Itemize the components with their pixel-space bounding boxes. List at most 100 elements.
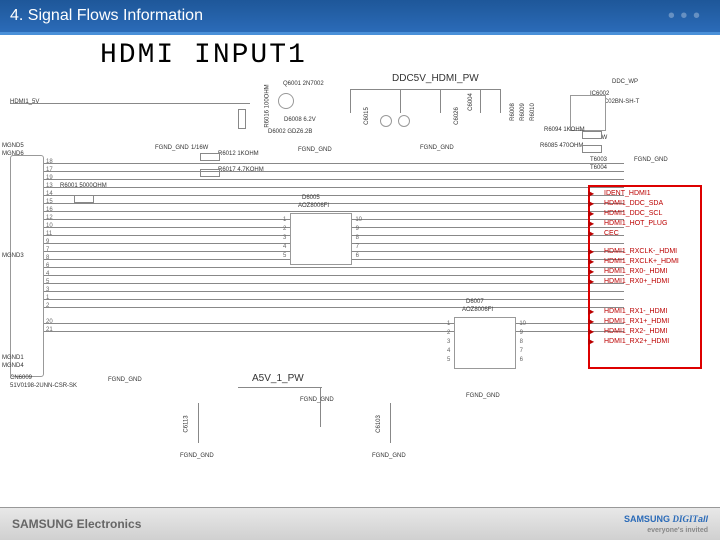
d6005-ref: D6005	[302, 195, 320, 201]
r6012-label: R6012 1KOHM	[218, 151, 259, 157]
r6008-label: R6008	[510, 103, 516, 121]
wire	[44, 331, 624, 332]
d6005-box: 12345 109876	[290, 213, 352, 265]
wire	[44, 283, 624, 284]
mgnd5: MGND5	[2, 143, 24, 149]
d6007-ref: D6007	[466, 299, 484, 305]
wire	[44, 179, 624, 180]
signal-label: ▶HDMI1_RX2-_HDMI	[590, 327, 667, 337]
rail-ddc5v: DDC5V_HDMI_PW	[392, 73, 479, 84]
signal-label: ▶HDMI1_HOT_PLUG	[590, 219, 667, 229]
fgnd-2: FGND_GND	[298, 147, 332, 153]
pin-number: 2	[46, 303, 49, 309]
signal-label: ▶HDMI1_RX1-_HDMI	[590, 307, 667, 317]
wire	[44, 211, 624, 212]
footer-brand: SAMSUNG DIGITall everyone's invited	[624, 514, 708, 534]
q6001-label: Q6001 2N7002	[283, 81, 324, 87]
wire	[44, 203, 624, 204]
pin-number: 12	[46, 215, 53, 221]
pin-number: 10	[46, 223, 53, 229]
signal-label: ▶HDMI1_DDC_SDA	[590, 199, 663, 209]
header-title: 4. Signal Flows Information	[10, 7, 203, 24]
signal-label: ▶HDMI1_RXCLK+_HDMI	[590, 257, 679, 267]
resistor	[200, 153, 220, 161]
brand-main: SAMSUNG	[624, 514, 670, 524]
arrow-icon: ▶	[588, 257, 594, 267]
d6007-box: 12345 109876	[454, 317, 516, 369]
pin-number: 15	[46, 199, 53, 205]
arrow-icon: ▶	[588, 267, 594, 277]
pin-number: 18	[46, 159, 53, 165]
pin-number: 11	[46, 231, 52, 237]
arrow-icon: ▶	[588, 307, 594, 317]
c6015-label: C6015	[364, 107, 370, 125]
resistor	[582, 145, 602, 153]
cn-part: 51V0198-2UNN-CSR-SK	[10, 383, 77, 389]
pin-number: 8	[46, 255, 49, 261]
brand-sub1: DIGIT	[672, 514, 698, 524]
wire	[320, 387, 321, 427]
brand-sub2: all	[698, 514, 708, 524]
d6007-part: AOZ8006FI	[462, 307, 493, 313]
pin-number: 6	[46, 263, 49, 269]
pin-number: 7	[46, 247, 49, 253]
arrow-icon: ▶	[588, 317, 594, 327]
transistor-symbol	[398, 115, 410, 127]
wire	[238, 387, 322, 388]
pin-number: 5	[46, 279, 49, 285]
pin-number: 16	[46, 207, 53, 213]
ddc-wp-label: DDC_WP	[612, 79, 638, 85]
wire	[44, 307, 624, 308]
arrow-icon: ▶	[588, 247, 594, 257]
pin-number: 4	[46, 271, 49, 277]
wire	[480, 89, 481, 113]
c6026-label: C6026	[454, 107, 460, 125]
fgnd-conn: FGND_GND	[108, 377, 142, 383]
r6001-label: R6001 5000OHM	[60, 183, 107, 189]
header-decoration: • • •	[668, 0, 700, 32]
rail-a5v: A5V_1_PW	[252, 373, 304, 384]
wire	[44, 195, 624, 196]
transistor-symbol	[380, 115, 392, 127]
arrow-icon: ▶	[588, 199, 594, 209]
hdmi-connector	[10, 155, 44, 377]
signal-label: ▶HDMI1_RX2+_HDMI	[590, 337, 669, 347]
schematic-title: HDMI INPUT1	[100, 40, 307, 71]
d6005-part: AOZ8006FI	[298, 203, 329, 209]
signal-label: ▶HDMI1_DDC_SCL	[590, 209, 662, 219]
pin-number: 13	[46, 183, 53, 189]
signal-label: ▶HDMI1_RX1+_HDMI	[590, 317, 669, 327]
hdmi5v-label: HDMI1_5V	[10, 99, 39, 105]
ic6002-box	[570, 95, 606, 131]
c6004-label: C6004	[468, 93, 474, 111]
wire	[400, 89, 401, 113]
signal-label: ▶IDENT_HDMI1	[590, 189, 651, 199]
pin-number: 1	[46, 295, 49, 301]
signal-label: ▶HDMI1_RXCLK-_HDMI	[590, 247, 677, 257]
wire	[44, 323, 624, 324]
wire	[44, 267, 624, 268]
r6017-label: R6017 4.7KOHM	[218, 167, 264, 173]
r6085-label: R6085 470OHM	[540, 143, 583, 149]
wire	[440, 89, 441, 113]
fgnd-r: FGND_GND	[634, 157, 668, 163]
r6016-label: R6016 100OHM	[265, 84, 271, 127]
fgnd-1: FGND_GND	[155, 145, 189, 151]
cn-ref: CN6009	[10, 375, 32, 381]
mgnd1: MGND1	[2, 355, 24, 361]
resistor	[238, 109, 246, 129]
fgnd-a5v-r: FGND_GND	[300, 397, 334, 403]
slide-footer: SAMSUNG Electronics SAMSUNG DIGITall eve…	[0, 507, 720, 540]
wire	[350, 89, 351, 113]
wire	[44, 291, 624, 292]
c6103-label: C6103	[376, 415, 382, 433]
fgnd-b3: FGND_GND	[466, 393, 500, 399]
signal-label: ▶HDMI1_RX0-_HDMI	[590, 267, 667, 277]
pin-number: 3	[46, 287, 49, 293]
wire	[350, 89, 500, 90]
pin-number: 9	[46, 239, 49, 245]
wire	[44, 187, 624, 188]
wire	[44, 163, 624, 164]
wire	[44, 299, 624, 300]
signal-label: ▶CEC	[590, 229, 619, 239]
